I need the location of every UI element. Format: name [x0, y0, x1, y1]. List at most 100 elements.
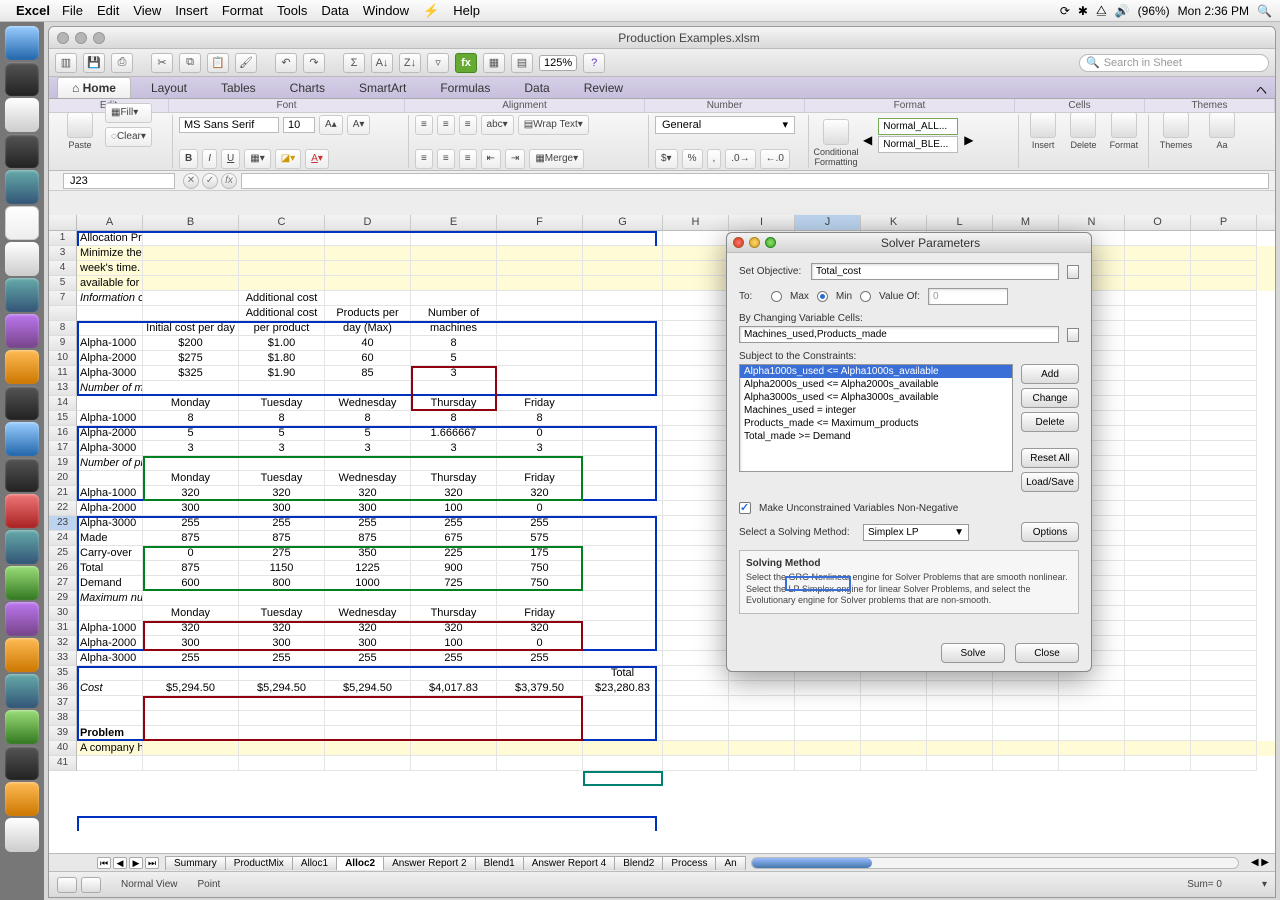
sheet-tab[interactable]: Blend1: [475, 856, 524, 870]
reset-all-button[interactable]: Reset All: [1021, 448, 1079, 468]
number-format-select[interactable]: General▾: [655, 116, 795, 134]
sheet-tab[interactable]: Answer Report 4: [523, 856, 615, 870]
dock-calendar-icon[interactable]: [5, 206, 39, 240]
status-volume-icon[interactable]: 🔊: [1115, 4, 1130, 18]
dock-app-icon[interactable]: [5, 674, 39, 708]
underline-button[interactable]: U: [221, 149, 240, 169]
qat-sort-desc-icon[interactable]: Z↓: [399, 53, 421, 73]
menu-edit[interactable]: Edit: [97, 3, 119, 18]
dock-app-icon[interactable]: [5, 242, 39, 276]
qat-show-icon[interactable]: ▤: [511, 53, 533, 73]
status-bluetooth-icon[interactable]: ✱: [1078, 4, 1088, 18]
nonneg-checkbox[interactable]: [739, 502, 751, 514]
search-input[interactable]: 🔍 Search in Sheet: [1079, 54, 1269, 72]
qat-paste-icon[interactable]: 📋: [207, 53, 229, 73]
accept-formula-icon[interactable]: ✓: [202, 173, 218, 189]
radio-max-label[interactable]: Max: [790, 291, 809, 302]
change-constraint-button[interactable]: Change: [1021, 388, 1079, 408]
bold-button[interactable]: B: [179, 149, 198, 169]
font-name-select[interactable]: MS Sans Serif: [179, 117, 279, 133]
window-zoom-icon[interactable]: [93, 32, 105, 44]
dock-app-icon[interactable]: [5, 350, 39, 384]
insert-cells-button[interactable]: Insert: [1025, 100, 1061, 150]
window-close-icon[interactable]: [57, 32, 69, 44]
app-name[interactable]: Excel: [16, 3, 50, 18]
constraint-item[interactable]: Alpha3000s_used <= Alpha3000s_available: [740, 391, 1012, 404]
style-nav-left-icon[interactable]: ◀: [863, 133, 872, 147]
tab-home[interactable]: ⌂ Home: [57, 77, 131, 98]
radio-min[interactable]: [817, 291, 828, 302]
italic-button[interactable]: I: [202, 149, 217, 169]
add-constraint-button[interactable]: Add: [1021, 364, 1079, 384]
solving-method-select[interactable]: Simplex LP▼: [863, 524, 969, 541]
cell-style-2[interactable]: Normal_BLE...: [878, 136, 958, 153]
theme-fonts-button[interactable]: Aa: [1201, 100, 1243, 150]
sheet-tab[interactable]: Process: [662, 856, 716, 870]
scroll-nav[interactable]: ◀ ▶: [1251, 857, 1269, 868]
tab-nav-prev-icon[interactable]: ◀: [113, 857, 127, 869]
sheet-tab[interactable]: Summary: [165, 856, 226, 870]
status-sync-icon[interactable]: ⟳: [1060, 4, 1070, 18]
status-clock[interactable]: Mon 2:36 PM: [1178, 4, 1249, 18]
dock-app-icon[interactable]: [5, 602, 39, 636]
sheet-tab[interactable]: Alloc2: [336, 856, 384, 870]
style-nav-right-icon[interactable]: ▶: [964, 133, 973, 147]
dock-app-icon[interactable]: [5, 170, 39, 204]
cell-style-1[interactable]: Normal_ALL...: [878, 118, 958, 135]
sheet-tab[interactable]: Answer Report 2: [383, 856, 475, 870]
tab-layout[interactable]: Layout: [137, 78, 201, 98]
tab-nav-next-icon[interactable]: ▶: [129, 857, 143, 869]
align-bottom-icon[interactable]: ≡: [459, 115, 477, 135]
cell-picker-icon[interactable]: [1067, 328, 1079, 342]
constraint-item[interactable]: Products_made <= Maximum_products: [740, 417, 1012, 430]
dock-app-icon[interactable]: [5, 98, 39, 132]
decrease-decimal-icon[interactable]: ←.0: [760, 149, 790, 169]
qat-sort-asc-icon[interactable]: A↓: [371, 53, 393, 73]
radio-valueof[interactable]: [860, 291, 871, 302]
conditional-formatting-button[interactable]: Conditional Formatting: [815, 117, 857, 167]
menu-format[interactable]: Format: [222, 3, 263, 18]
sheet-tab[interactable]: Alloc1: [292, 856, 337, 870]
solver-dialog[interactable]: Solver Parameters Set Objective: Total_c…: [726, 232, 1092, 672]
constraint-item[interactable]: Alpha2000s_used <= Alpha2000s_available: [740, 378, 1012, 391]
sheet-tab[interactable]: Blend2: [614, 856, 663, 870]
name-box[interactable]: J23: [63, 173, 175, 189]
page-layout-view-icon[interactable]: [81, 877, 101, 893]
tab-review[interactable]: Review: [570, 78, 637, 98]
percent-button[interactable]: %: [682, 149, 703, 169]
increase-decimal-icon[interactable]: .0→: [725, 149, 755, 169]
currency-button[interactable]: $▾: [655, 149, 678, 169]
spotlight-icon[interactable]: 🔍: [1257, 4, 1272, 18]
menu-window[interactable]: Window: [363, 3, 409, 18]
dock-app-icon[interactable]: [5, 530, 39, 564]
menu-data[interactable]: Data: [321, 3, 348, 18]
clear-button[interactable]: ◌ Clear ▾: [105, 127, 152, 147]
tab-nav-last-icon[interactable]: ⏭: [145, 857, 159, 869]
menu-script-icon[interactable]: ⚡: [423, 3, 439, 19]
dock-app-icon[interactable]: [5, 134, 39, 168]
sheet-tab[interactable]: An: [715, 856, 745, 870]
menu-insert[interactable]: Insert: [175, 3, 208, 18]
window-titlebar[interactable]: Production Examples.xlsm: [49, 27, 1275, 49]
fx-icon[interactable]: fx: [221, 173, 237, 189]
constraint-item[interactable]: Machines_used = integer: [740, 404, 1012, 417]
set-objective-field[interactable]: Total_cost: [811, 263, 1059, 280]
qat-undo-icon[interactable]: ↶: [275, 53, 297, 73]
zoom-level[interactable]: 125%: [539, 55, 577, 71]
font-color-button[interactable]: A▾: [305, 149, 329, 169]
dock-app-icon[interactable]: [5, 62, 39, 96]
qat-chart-icon[interactable]: ▦: [483, 53, 505, 73]
solver-titlebar[interactable]: Solver Parameters: [727, 233, 1091, 253]
delete-constraint-button[interactable]: Delete: [1021, 412, 1079, 432]
dock-itunes-icon[interactable]: [5, 278, 39, 312]
dialog-zoom-icon[interactable]: [765, 237, 776, 248]
tab-formulas[interactable]: Formulas: [426, 78, 504, 98]
cell-picker-icon[interactable]: [1067, 265, 1079, 279]
dock-app-icon[interactable]: [5, 422, 39, 456]
status-wifi-icon[interactable]: ⧋: [1096, 3, 1107, 18]
qat-format-painter-icon[interactable]: 🖌: [235, 53, 257, 73]
load-save-button[interactable]: Load/Save: [1021, 472, 1079, 492]
decrease-font-icon[interactable]: A▾: [347, 115, 371, 135]
qat-fx-icon[interactable]: fx: [455, 53, 477, 73]
ribbon-collapse-icon[interactable]: ヘ: [1256, 82, 1267, 98]
